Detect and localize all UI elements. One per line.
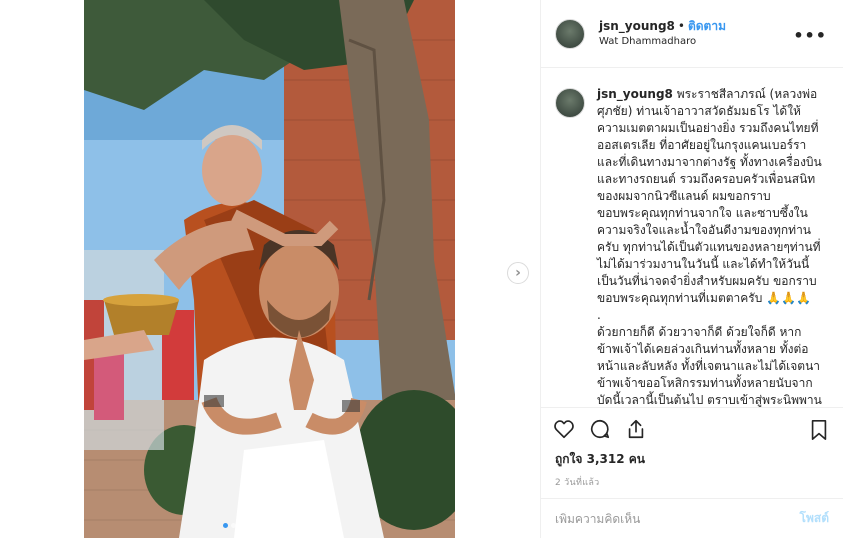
avatar[interactable] — [555, 18, 585, 49]
caption-username[interactable]: jsn_young8 — [597, 87, 673, 101]
separator-dot: • — [677, 18, 685, 33]
post-photo[interactable] — [84, 0, 455, 538]
bookmark-icon[interactable] — [809, 419, 829, 441]
carousel-dot — [247, 523, 252, 528]
more-icon[interactable]: ••• — [793, 26, 827, 45]
carousel-dot — [287, 523, 292, 528]
post-timestamp: 2 วันที่แล้ว — [555, 478, 600, 488]
follow-button[interactable]: ติดตาม — [688, 19, 726, 34]
comment-icon[interactable] — [589, 418, 611, 440]
chevron-right-icon: › — [515, 265, 521, 281]
caption-avatar[interactable] — [555, 88, 585, 118]
carousel-dot — [279, 523, 284, 528]
post-sidebar: jsn_young8 • ติดตาม Wat Dhammadharo ••• … — [540, 0, 843, 538]
photo-illustration — [84, 0, 455, 538]
carousel-dot — [239, 523, 244, 528]
carousel-dot — [303, 523, 308, 528]
caption-area[interactable]: jsn_young8 พระราชสีลาภรณ์ (หลวงพ่อศุภชัย… — [541, 68, 843, 408]
carousel-dot — [295, 523, 300, 528]
action-bar — [541, 408, 843, 450]
comment-input[interactable] — [555, 511, 800, 526]
media-pane: › — [0, 0, 540, 538]
carousel-dot — [255, 523, 260, 528]
post-header: jsn_young8 • ติดตาม Wat Dhammadharo ••• — [541, 0, 843, 68]
carousel-dot — [223, 523, 228, 528]
carousel-next-button[interactable]: › — [507, 262, 529, 284]
heart-icon[interactable] — [553, 418, 575, 440]
location-link[interactable]: Wat Dhammadharo — [599, 36, 726, 49]
caption-text: jsn_young8 พระราชสีลาภรณ์ (หลวงพ่อศุภชัย… — [597, 86, 829, 407]
post-comment-button[interactable]: โพสต์ — [800, 509, 829, 528]
carousel-dot — [263, 523, 268, 528]
header-top: jsn_young8 • ติดตาม — [599, 19, 726, 34]
likes-count[interactable]: ถูกใจ 3,312 คน — [541, 450, 843, 469]
username-link[interactable]: jsn_young8 — [599, 19, 675, 34]
header-text: jsn_young8 • ติดตาม Wat Dhammadharo — [599, 19, 726, 49]
caption-body: พระราชสีลาภรณ์ (หลวงพ่อศุภชัย) ท่านเจ้าอ… — [597, 87, 822, 407]
carousel-indicator — [84, 523, 455, 528]
share-icon[interactable] — [625, 418, 647, 440]
carousel-dot — [311, 523, 316, 528]
comment-box: โพสต์ — [541, 498, 843, 538]
carousel-dot — [271, 523, 276, 528]
carousel-dot — [231, 523, 236, 528]
